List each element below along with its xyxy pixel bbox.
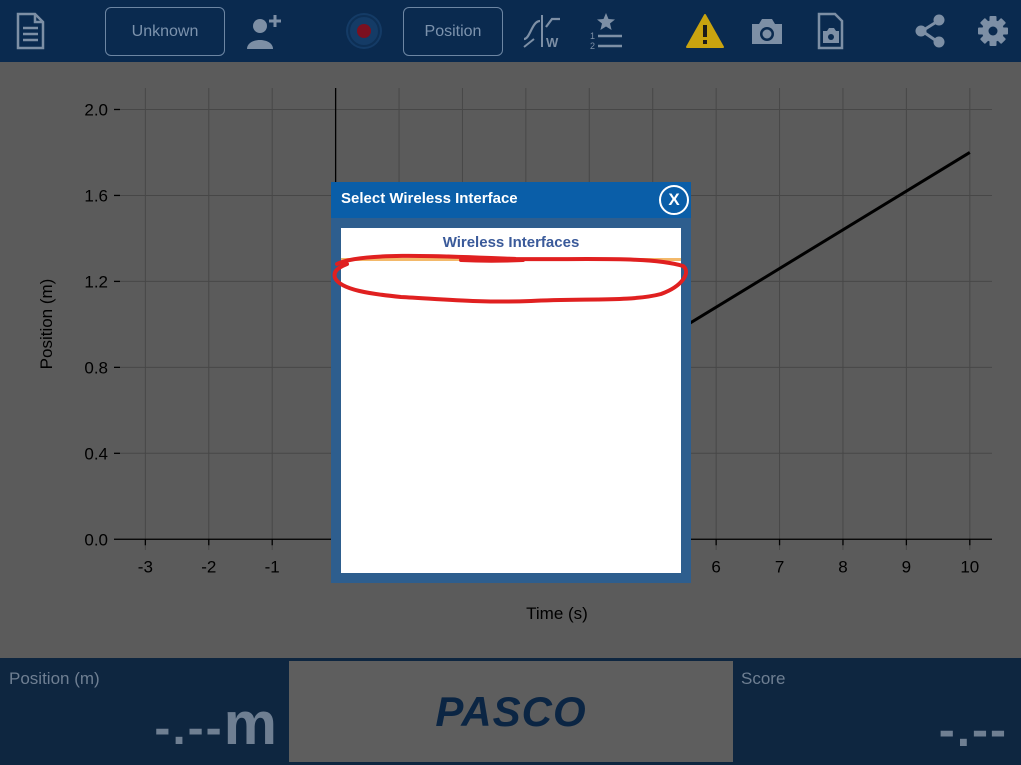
toolbar: Unknown Position W 1 2 — [0, 0, 1021, 62]
y-tick-label: 1.2 — [84, 272, 108, 291]
list-title: Wireless Interfaces — [442, 234, 580, 251]
x-tick-label: -3 — [138, 557, 153, 576]
dialog-title: Select Wireless Interface — [341, 190, 518, 207]
share-icon[interactable] — [908, 9, 952, 53]
position-display[interactable]: Position (m) -.--m — [3, 661, 287, 762]
document-icon[interactable] — [8, 9, 52, 53]
pasco-logo: PASCO — [435, 687, 587, 735]
score-display-label: Score — [741, 669, 786, 688]
position-button[interactable]: Position — [403, 7, 503, 56]
warning-icon[interactable] — [683, 9, 727, 53]
unknown-button[interactable]: Unknown — [105, 7, 225, 56]
position-unit: m — [223, 690, 277, 757]
x-tick-label: 7 — [775, 557, 784, 576]
y-tick-label: 0.0 — [84, 530, 108, 549]
x-tick-label: 10 — [960, 557, 979, 576]
x-axis-label: Time (s) — [526, 604, 588, 623]
x-tick-label: 8 — [838, 557, 847, 576]
score-display-value: -.-- — [939, 703, 1008, 758]
x-tick-label: -1 — [265, 557, 280, 576]
score-display[interactable]: Score -.-- — [735, 661, 1018, 762]
y-tick-label: 2.0 — [84, 100, 108, 119]
y-tick-label: 0.4 — [84, 444, 108, 463]
annotation-scribble — [332, 253, 688, 304]
x-tick-label: -2 — [201, 557, 216, 576]
gear-icon[interactable] — [971, 9, 1015, 53]
curve-fit-icon[interactable]: W — [520, 9, 564, 53]
display-panel: Position (m) -.--m PASCO Score -.-- — [0, 658, 1021, 765]
y-tick-label: 1.6 — [84, 186, 108, 205]
snapshot-icon[interactable] — [808, 9, 852, 53]
x-tick-label: 6 — [711, 557, 720, 576]
svg-text:2: 2 — [590, 41, 595, 51]
record-icon[interactable] — [342, 9, 386, 53]
logo-panel: PASCO — [289, 661, 733, 762]
score-value: -.-- — [938, 704, 1008, 757]
ranking-icon[interactable]: 1 2 — [584, 9, 628, 53]
close-button[interactable]: X — [659, 185, 689, 215]
svg-text:W: W — [546, 35, 559, 50]
camera-icon[interactable] — [745, 9, 789, 53]
select-wireless-interface-dialog: Select Wireless Interface X Wireless Int… — [331, 182, 691, 583]
dialog-header: Select Wireless Interface X — [331, 182, 691, 218]
add-user-icon[interactable] — [242, 9, 286, 53]
svg-text:1: 1 — [590, 31, 595, 41]
position-display-label: Position (m) — [9, 669, 100, 688]
y-axis-label: Position (m) — [37, 279, 56, 370]
position-display-value: -.--m — [154, 689, 277, 758]
y-tick-label: 0.8 — [84, 358, 108, 377]
x-tick-label: 9 — [902, 557, 911, 576]
position-value: -.-- — [154, 702, 224, 755]
